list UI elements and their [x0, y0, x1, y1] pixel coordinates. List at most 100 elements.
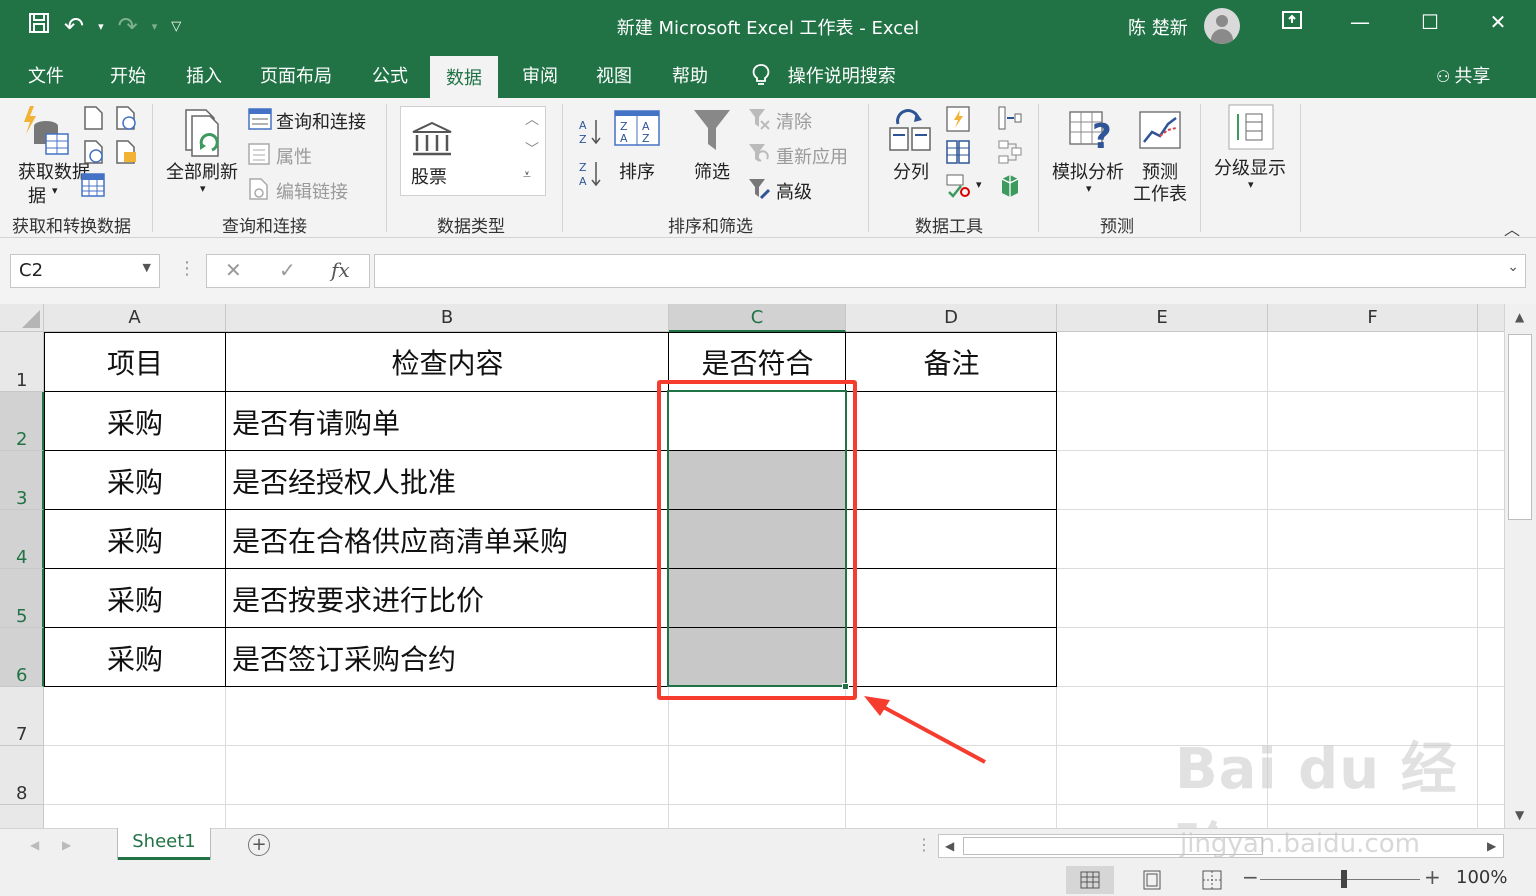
outline-icon[interactable] [1228, 104, 1274, 154]
cell-c1[interactable]: 是否符合 [669, 342, 846, 382]
select-all-corner[interactable] [0, 304, 44, 332]
scroll-left-icon[interactable]: ◀ [945, 839, 954, 853]
row-header-7[interactable]: 7 [0, 687, 44, 746]
undo-dropdown-icon[interactable]: ▾ [98, 20, 104, 33]
zoom-slider[interactable] [1260, 879, 1420, 880]
row-header-8[interactable]: 8 [0, 746, 44, 805]
data-types-gallery[interactable]: 股票 ︿ ﹀ ⩡ [400, 106, 546, 196]
get-data-dropdown-icon[interactable]: ▾ [52, 184, 58, 197]
column-header-b[interactable]: B [226, 304, 669, 332]
data-validation-icon[interactable] [946, 174, 970, 202]
what-if-analysis-icon[interactable]: ? [1068, 108, 1116, 158]
from-web-icon[interactable] [82, 140, 106, 168]
scroll-up-icon[interactable]: ▲ [1515, 310, 1524, 324]
queries-connections-label[interactable]: 查询和连接 [276, 108, 366, 134]
normal-view-icon[interactable] [1066, 866, 1114, 894]
page-layout-view-icon[interactable] [1128, 866, 1176, 894]
row-header-4[interactable]: 4 [0, 510, 44, 569]
consolidate-icon[interactable] [998, 106, 1022, 134]
formula-input[interactable]: ⌄ [374, 254, 1526, 288]
outline-dropdown-icon[interactable]: ▾ [1248, 178, 1254, 191]
minimize-icon[interactable]: — [1340, 10, 1380, 34]
tab-home[interactable]: 开始 [110, 62, 146, 88]
row-header-1[interactable]: 1 [0, 332, 44, 392]
cell-d1[interactable]: 备注 [846, 342, 1057, 382]
text-to-columns-label[interactable]: 分列 [893, 158, 929, 184]
sort-az-icon[interactable]: AZ [578, 118, 602, 150]
column-header-e[interactable]: E [1057, 304, 1268, 332]
user-avatar-icon[interactable] [1204, 8, 1240, 44]
cell-a3[interactable]: 采购 [44, 461, 226, 501]
column-header-f[interactable]: F [1268, 304, 1478, 332]
cell-a6[interactable]: 采购 [44, 638, 226, 678]
column-header-a[interactable]: A [44, 304, 226, 332]
refresh-all-icon[interactable] [182, 106, 228, 162]
page-break-view-icon[interactable] [1188, 866, 1236, 894]
cell-a2[interactable]: 采购 [44, 402, 226, 442]
get-data-icon[interactable] [20, 104, 70, 160]
ribbon-display-options-icon[interactable] [1272, 10, 1312, 34]
tab-review[interactable]: 审阅 [522, 62, 558, 88]
recent-sources-icon[interactable] [114, 106, 138, 134]
refresh-dropdown-icon[interactable]: ▾ [200, 182, 206, 195]
undo-icon[interactable]: ↶ [64, 12, 84, 40]
cell-b6[interactable]: 是否签订采购合约 [232, 638, 456, 678]
sort-label[interactable]: 排序 [619, 158, 655, 184]
zoom-out-icon[interactable]: − [1242, 865, 1259, 889]
flash-fill-icon[interactable] [946, 106, 970, 136]
refresh-all-label[interactable]: 全部刷新 [166, 158, 238, 184]
manage-data-model-icon[interactable] [998, 174, 1022, 202]
cell-b4[interactable]: 是否在合格供应商清单采购 [232, 520, 568, 560]
tell-me-search[interactable]: 操作说明搜索 [752, 62, 896, 88]
tab-data[interactable]: 数据 [430, 56, 498, 98]
zoom-level[interactable]: 100% [1456, 867, 1507, 888]
what-if-label[interactable]: 模拟分析 [1052, 158, 1124, 184]
text-to-columns-icon[interactable] [888, 108, 934, 158]
from-table-icon[interactable] [80, 172, 106, 202]
what-if-dropdown-icon[interactable]: ▾ [1086, 182, 1092, 195]
forecast-sheet-icon[interactable] [1138, 110, 1182, 154]
sort-za-icon[interactable]: ZA [578, 160, 602, 192]
tab-page-layout[interactable]: 页面布局 [260, 62, 332, 88]
row-header-partial[interactable] [0, 805, 44, 828]
close-icon[interactable]: ✕ [1478, 10, 1518, 34]
cell-b3[interactable]: 是否经授权人批准 [232, 461, 456, 501]
filter-icon[interactable] [692, 108, 732, 158]
stocks-label[interactable]: 股票 [411, 163, 447, 189]
maximize-icon[interactable]: ☐ [1410, 10, 1450, 34]
zoom-slider-thumb[interactable] [1341, 870, 1347, 888]
scroll-down-icon[interactable]: ▼ [1515, 808, 1524, 822]
advanced-filter-icon[interactable] [748, 178, 771, 204]
share-button[interactable]: ⚇ 共享 [1436, 62, 1490, 88]
vertical-scroll-thumb[interactable] [1508, 334, 1532, 520]
sheet-tab-sheet1[interactable]: Sheet1 [118, 828, 210, 860]
relationships-icon[interactable] [998, 140, 1022, 168]
sheet-next-icon[interactable]: ▶ [62, 838, 71, 852]
cancel-icon[interactable]: ✕ [225, 258, 242, 282]
zoom-in-icon[interactable]: + [1424, 865, 1441, 889]
sheet-prev-icon[interactable]: ◀ [30, 838, 39, 852]
outline-label[interactable]: 分级显示 [1214, 154, 1286, 180]
existing-connections-icon[interactable] [114, 140, 138, 168]
gallery-more-icon[interactable]: ⩡ [523, 167, 531, 183]
redo-icon[interactable]: ↷ [118, 12, 138, 40]
redo-dropdown-icon[interactable]: ▾ [152, 20, 158, 33]
column-header-partial[interactable] [1478, 304, 1504, 332]
user-name[interactable]: 陈 楚新 [1128, 14, 1188, 40]
tab-help[interactable]: 帮助 [672, 62, 708, 88]
get-data-label-2[interactable]: 据 [28, 182, 46, 208]
cell-b1[interactable]: 检查内容 [226, 342, 669, 382]
tab-file[interactable]: 文件 [28, 62, 64, 88]
from-text-icon[interactable] [82, 106, 104, 134]
cell-b2[interactable]: 是否有请购单 [232, 402, 400, 442]
customize-qat-icon[interactable]: ▽ [171, 19, 181, 34]
row-header-2[interactable]: 2 [0, 392, 44, 451]
column-header-d[interactable]: D [846, 304, 1057, 332]
gallery-down-icon[interactable]: ﹀ [525, 139, 539, 159]
name-box-dropdown-icon[interactable]: ▼ [143, 261, 151, 274]
worksheet-grid[interactable]: A B C D E F 1 2 3 4 5 6 7 8 项目 检查内容 是否符合… [0, 304, 1504, 828]
tab-split-grip-icon[interactable]: ⋮ [916, 835, 932, 854]
tab-insert[interactable]: 插入 [186, 62, 222, 88]
filter-label[interactable]: 筛选 [694, 158, 730, 184]
name-box[interactable]: C2 ▼ [10, 254, 160, 288]
